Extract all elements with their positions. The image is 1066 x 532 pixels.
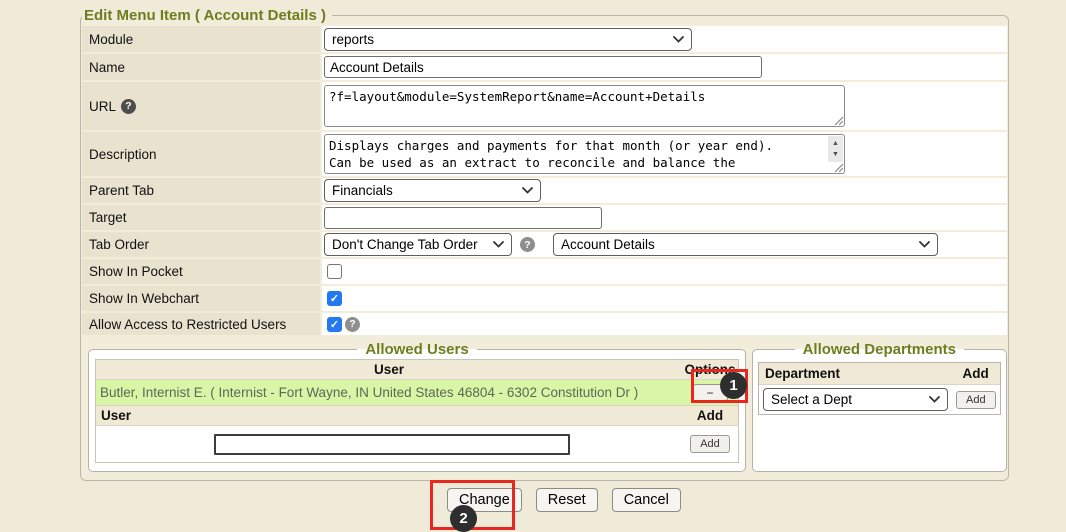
cancel-button[interactable]: Cancel <box>612 488 681 512</box>
add-user-input[interactable] <box>214 434 570 455</box>
parent-tab-select[interactable]: Financials <box>324 179 541 202</box>
scroll-up-icon[interactable]: ▲ <box>832 138 839 149</box>
reset-button[interactable]: Reset <box>536 488 598 512</box>
module-label: Module <box>89 32 133 47</box>
target-input[interactable] <box>324 207 602 229</box>
allow-restricted-label: Allow Access to Restricted Users <box>89 317 286 332</box>
chevron-down-icon <box>919 241 930 248</box>
tab-order-select[interactable]: Don't Change Tab Order <box>324 233 512 256</box>
description-label: Description <box>89 147 157 162</box>
show-in-pocket-label: Show In Pocket <box>89 264 183 279</box>
parent-tab-select-value: Financials <box>332 183 393 198</box>
allowed-departments-title: Allowed Departments <box>795 341 964 358</box>
resize-grip-icon[interactable] <box>833 162 843 172</box>
chevron-down-icon <box>493 241 504 248</box>
user-column-header: User <box>96 362 682 377</box>
resize-grip-icon[interactable] <box>833 115 843 125</box>
form-row-tab-order: Tab Order Don't Change Tab Order ? Accou… <box>82 232 1007 257</box>
form-actions: Change Reset Cancel <box>447 488 681 512</box>
add-column-header: Add <box>682 408 738 423</box>
allow-restricted-help-icon[interactable]: ? <box>345 317 360 332</box>
dept-add-column-header: Add <box>952 366 1000 381</box>
url-help-icon[interactable]: ? <box>121 99 136 114</box>
edit-menu-item-form: Edit Menu Item ( Account Details ) Modul… <box>80 7 1009 481</box>
department-column-header: Department <box>759 366 952 381</box>
form-row-target: Target <box>82 205 1007 230</box>
allowed-users-table: User Options Butler, Internist E. ( Inte… <box>95 359 739 463</box>
form-row-url: URL ? ?f=layout&module=SystemReport&name… <box>82 82 1007 130</box>
allowed-user-name: Butler, Internist E. ( Internist - Fort … <box>96 385 682 400</box>
add-user-row: Add <box>96 426 738 462</box>
tab-order-help-icon[interactable]: ? <box>520 237 535 252</box>
form-row-show-in-webchart: Show In Webchart <box>82 286 1007 311</box>
form-row-show-in-pocket: Show In Pocket <box>82 259 1007 284</box>
allow-restricted-checkbox[interactable] <box>327 317 342 332</box>
departments-header-row: Department Add <box>759 363 1000 385</box>
chevron-down-icon <box>673 36 684 43</box>
tab-order-select-value: Don't Change Tab Order <box>332 237 478 252</box>
add-department-row: Select a Dept Add <box>759 385 1000 414</box>
tab-position-select-value: Account Details <box>561 237 655 252</box>
chevron-down-icon <box>929 396 940 403</box>
department-select-value: Select a Dept <box>771 392 852 407</box>
parent-tab-label: Parent Tab <box>89 183 154 198</box>
description-textarea[interactable]: Displays charges and payments for that m… <box>324 134 845 174</box>
allowed-departments-table: Department Add Select a Dept Add <box>758 362 1001 415</box>
url-textarea[interactable]: ?f=layout&module=SystemReport&name=Accou… <box>324 85 845 127</box>
department-select[interactable]: Select a Dept <box>763 388 948 411</box>
chevron-down-icon <box>522 187 533 194</box>
add-user-button[interactable]: Add <box>690 435 730 453</box>
module-select[interactable]: reports <box>324 28 692 51</box>
allowed-departments-fieldset: Allowed Departments Department Add Selec… <box>752 341 1007 472</box>
name-label: Name <box>89 60 125 75</box>
target-label: Target <box>89 210 127 225</box>
name-input[interactable] <box>324 56 762 78</box>
allowed-users-header-row: User Options <box>96 360 738 380</box>
form-row-parent-tab: Parent Tab Financials <box>82 178 1007 203</box>
textarea-scrollbar[interactable]: ▲ ▼ <box>828 136 843 162</box>
annotation-badge-2: 2 <box>450 505 477 532</box>
annotation-badge-1: 1 <box>720 372 747 399</box>
tab-position-select[interactable]: Account Details <box>553 233 938 256</box>
add-user-column-header: User <box>96 408 682 423</box>
permissions-row: Allowed Users User Options Butler, Inter… <box>82 337 1007 476</box>
form-row-name: Name <box>82 54 1007 80</box>
form-row-description: Description Displays charges and payment… <box>82 132 1007 176</box>
tab-order-label: Tab Order <box>89 237 149 252</box>
allowed-user-row: Butler, Internist E. ( Internist - Fort … <box>96 380 738 405</box>
show-in-pocket-checkbox[interactable] <box>327 264 342 279</box>
form-title: Edit Menu Item ( Account Details ) <box>82 7 332 24</box>
module-select-value: reports <box>332 32 374 47</box>
show-in-webchart-label: Show In Webchart <box>89 291 199 306</box>
add-user-header-row: User Add <box>96 405 738 426</box>
form-row-allow-restricted: Allow Access to Restricted Users ? <box>82 313 1007 335</box>
allowed-users-title: Allowed Users <box>357 341 476 358</box>
add-department-button[interactable]: Add <box>956 391 996 409</box>
scroll-down-icon[interactable]: ▼ <box>832 149 839 160</box>
allowed-users-fieldset: Allowed Users User Options Butler, Inter… <box>88 341 746 472</box>
form-row-module: Module reports <box>82 26 1007 52</box>
url-label: URL <box>89 99 116 114</box>
show-in-webchart-checkbox[interactable] <box>327 291 342 306</box>
